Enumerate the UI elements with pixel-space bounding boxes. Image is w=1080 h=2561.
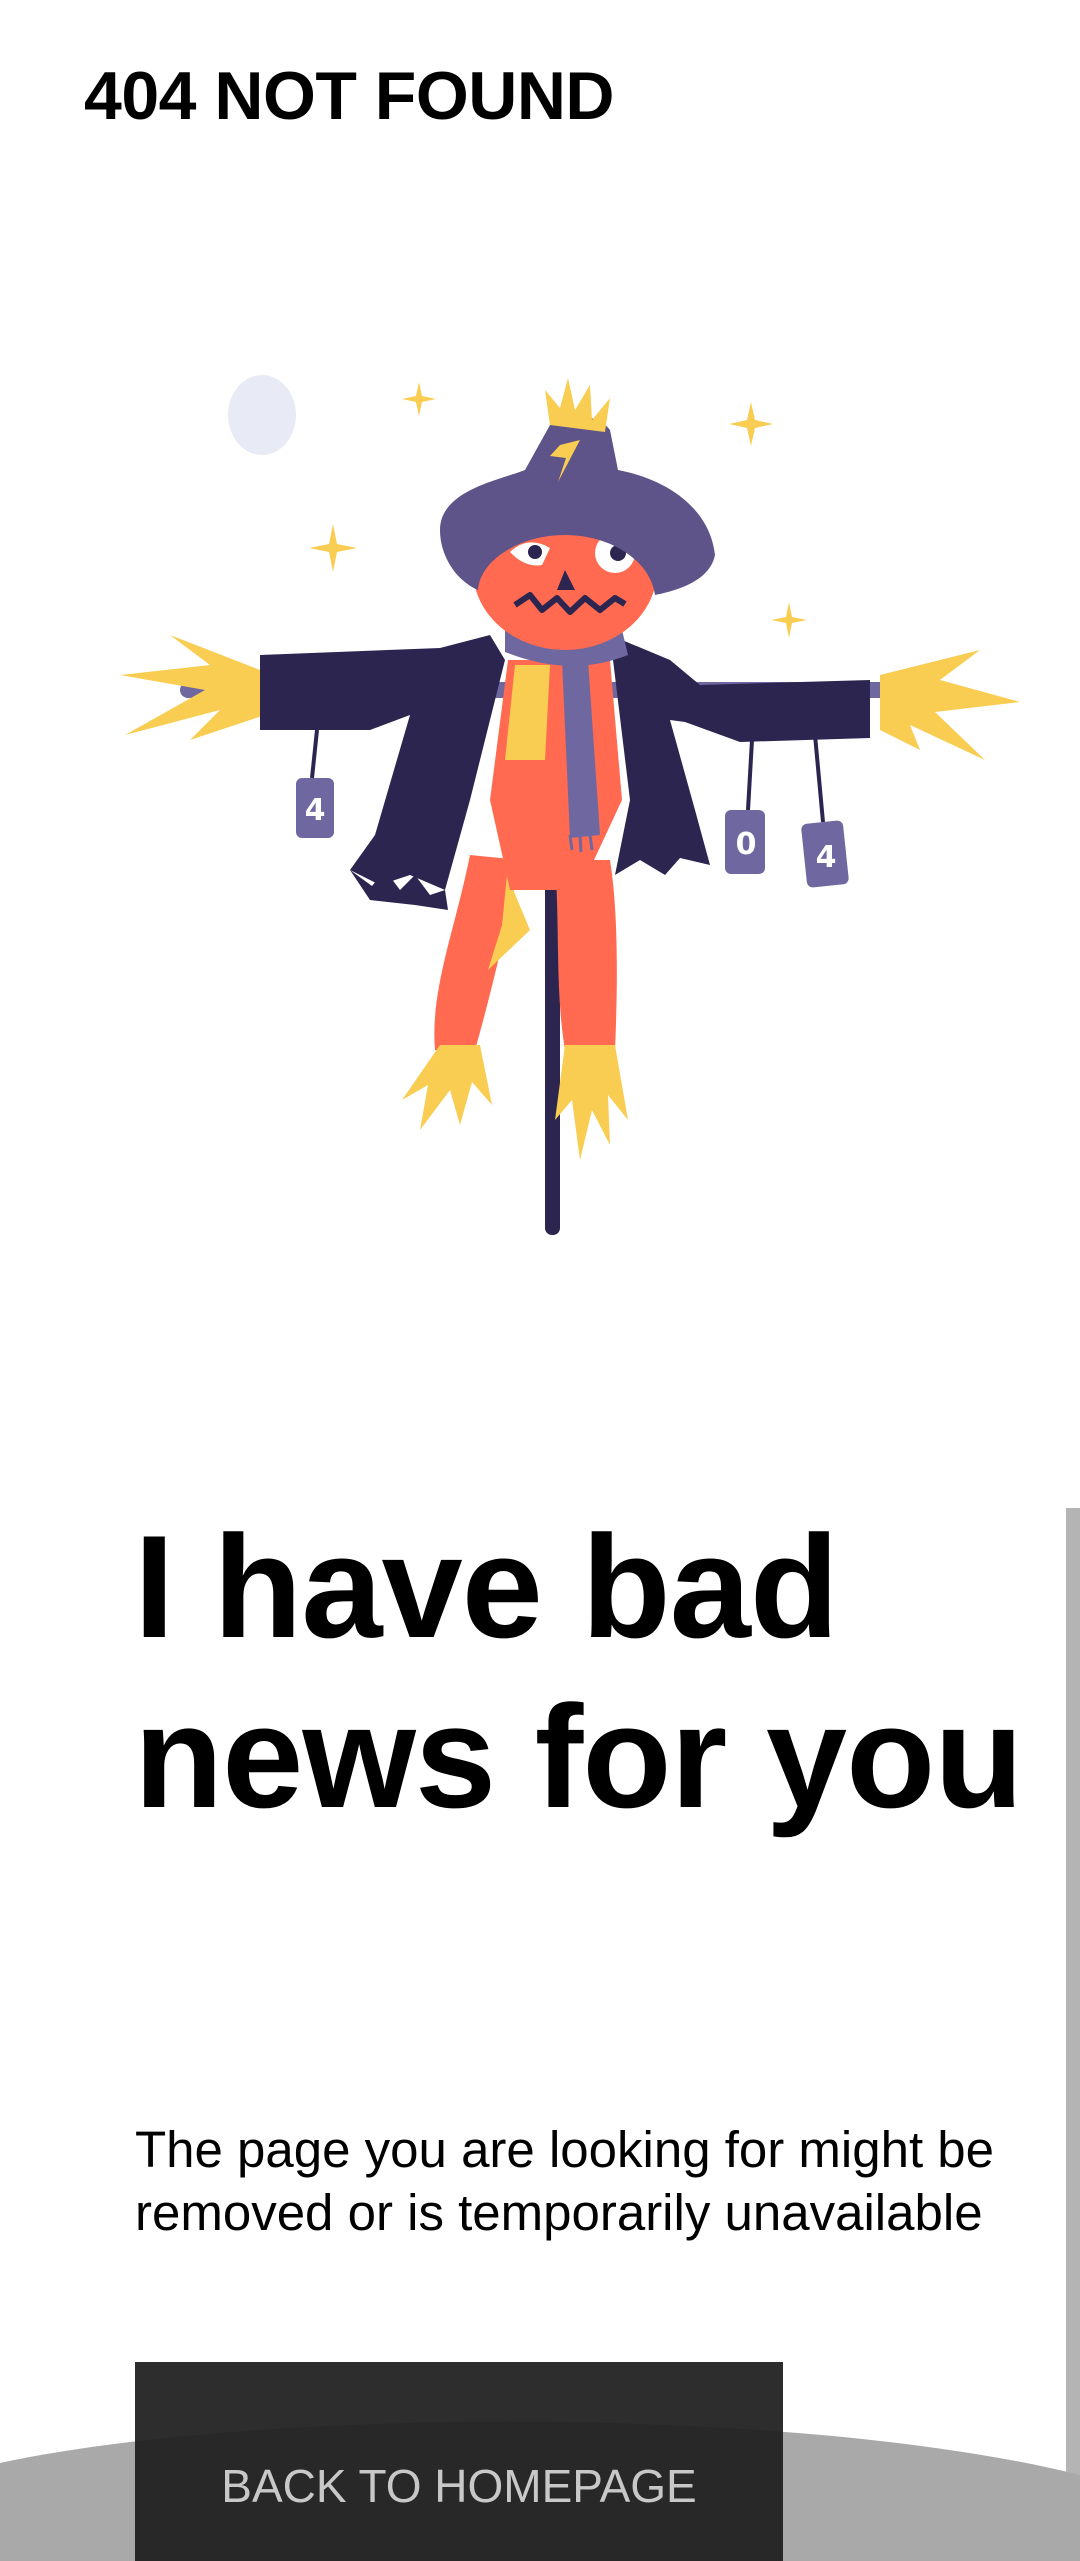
scarecrow-coat	[260, 635, 505, 890]
can-digit: 4	[816, 840, 837, 875]
headline: I have bad news for you	[134, 1505, 1023, 1838]
scrollbar[interactable]	[1066, 1508, 1080, 2561]
error-message: The page you are looking for might be re…	[135, 2121, 995, 2241]
straw-feet	[402, 1045, 628, 1160]
back-to-homepage-button[interactable]: BACK TO HOMEPAGE	[135, 2362, 783, 2561]
page-brand-title: 404 NOT FOUND	[84, 58, 615, 134]
can-digit: 4	[305, 793, 326, 828]
scarecrow-illustration: 4 0 4	[120, 375, 1020, 1235]
moon-icon	[228, 375, 296, 455]
can-digit: 0	[736, 827, 757, 862]
